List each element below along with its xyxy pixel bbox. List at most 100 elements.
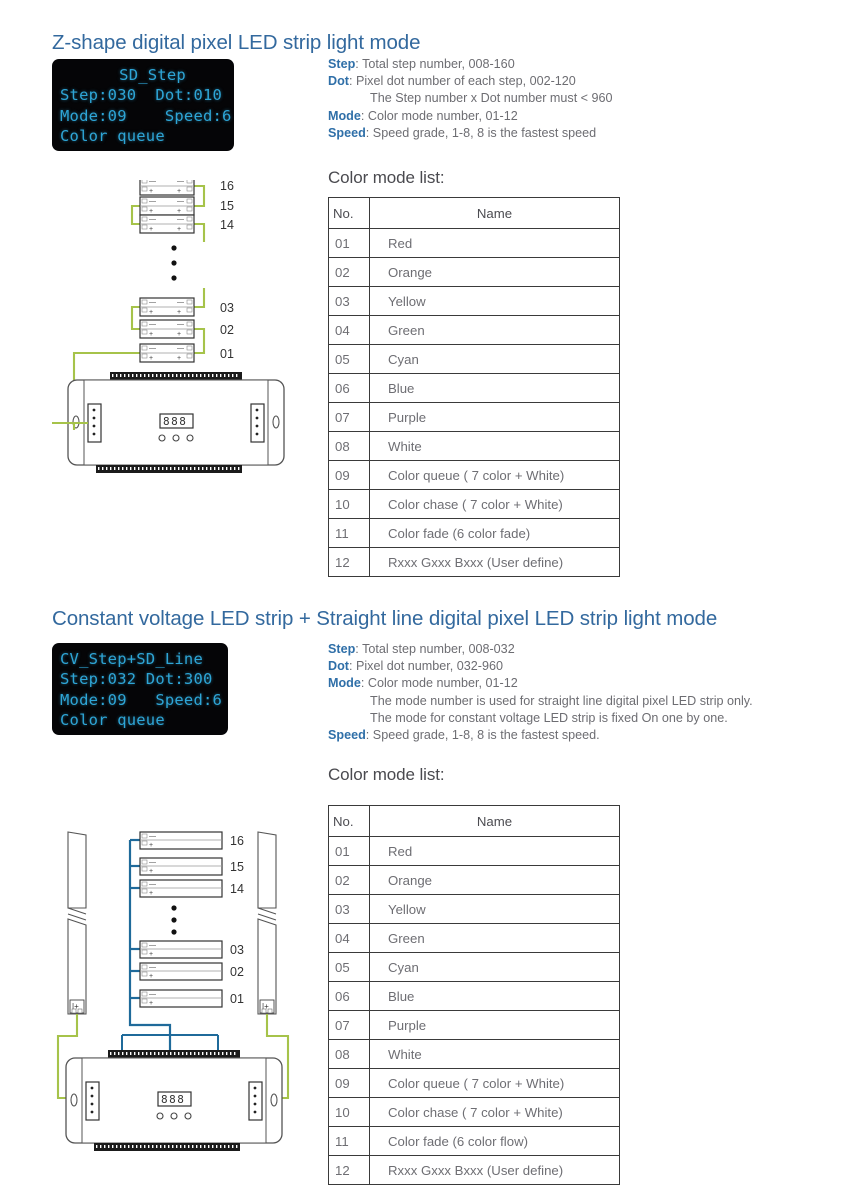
spec-value-dot-note: The Step number x Dot number must < 960: [370, 91, 613, 106]
cell-no: 09: [328, 1068, 370, 1098]
table-row: 03 Yellow: [328, 286, 620, 316]
table-row: 07 Purple: [328, 402, 620, 432]
svg-text:02: 02: [230, 965, 244, 979]
spec-key-dot: Dot: [328, 74, 349, 89]
svg-text:+: +: [149, 973, 153, 980]
spec-value-step: Total step number, 008-160: [358, 57, 515, 71]
svg-text:888: 888: [163, 415, 187, 428]
svg-text:+: +: [177, 331, 181, 338]
spec-value-speed: Speed grade, 1-8, 8 is the fastest speed…: [369, 728, 600, 743]
svg-text:15: 15: [220, 199, 234, 213]
table-row: 01 Red: [328, 836, 620, 866]
svg-text:+: +: [149, 208, 153, 215]
section-1-wiring-diagram: — + — + — + — + — + — + — + — + — + — + …: [52, 180, 302, 480]
spec-value-mode-note-2: The mode for constant voltage LED strip …: [370, 710, 728, 725]
cell-name: Blue: [369, 373, 620, 403]
cell-name: Blue: [369, 981, 620, 1011]
svg-text:14: 14: [230, 882, 244, 896]
cell-name: Color queue ( 7 color + White): [369, 460, 620, 490]
cell-no: 04: [328, 315, 370, 345]
cell-no: 12: [328, 1155, 370, 1185]
table-header-no: No.: [328, 197, 370, 229]
section-1-lcd-display: SD_Step Step:030 Dot:010 Mode:09 Speed:6…: [52, 59, 234, 151]
spec-row-mode-note-1: The mode number is used for straight lin…: [328, 693, 753, 710]
spec-key-mode: Mode: [328, 108, 361, 123]
svg-text:—: —: [177, 180, 184, 185]
cell-name: Color queue ( 7 color + White): [369, 1068, 620, 1098]
lcd-line-mode-speed: Mode:09 Speed:6: [60, 106, 232, 125]
cell-name: Orange: [369, 865, 620, 895]
svg-text:16: 16: [220, 180, 234, 193]
table-row: 05 Cyan: [328, 952, 620, 982]
table-row: 06 Blue: [328, 981, 620, 1011]
svg-text:+: +: [177, 226, 181, 233]
cell-name: Rxxx Gxxx Bxxx (User define): [369, 547, 620, 577]
cell-no: 06: [328, 373, 370, 403]
svg-text:01: 01: [230, 992, 244, 1006]
table-row: 11 Color fade (6 color flow): [328, 1126, 620, 1156]
svg-text:—: —: [177, 345, 184, 352]
spec-value-dot: Pixel dot number of each step, 002-120: [352, 74, 576, 89]
spec-row-step: Step: Total step number, 008-160: [328, 56, 613, 73]
table-row: 09 Color queue ( 7 color + White): [328, 1068, 620, 1098]
spec-key-step: Step: [328, 57, 356, 71]
lcd-line-mode-name: Color queue: [60, 711, 165, 730]
table-row: 09 Color queue ( 7 color + White): [328, 460, 620, 490]
svg-text:—: —: [149, 942, 156, 949]
svg-text:+: +: [149, 890, 153, 897]
cell-name: White: [369, 1039, 620, 1069]
cell-name: Color chase ( 7 color + White): [369, 489, 620, 519]
cell-name: Rxxx Gxxx Bxxx (User define): [369, 1155, 620, 1185]
svg-text:+: +: [149, 951, 153, 958]
cell-no: 06: [328, 981, 370, 1011]
svg-text:16: 16: [230, 834, 244, 848]
cell-no: 04: [328, 923, 370, 953]
table-row: 02 Orange: [328, 257, 620, 287]
svg-text:—: —: [177, 321, 184, 328]
table-header-row: No. Name: [328, 197, 620, 229]
cell-no: 10: [328, 489, 370, 519]
svg-text:+: +: [149, 868, 153, 875]
cell-name: Yellow: [369, 286, 620, 316]
table-row: 08 White: [328, 1039, 620, 1069]
spec-key-dot: Dot: [328, 659, 349, 674]
table-row: 12 Rxxx Gxxx Bxxx (User define): [328, 1155, 620, 1185]
cell-name: Color fade (6 color flow): [369, 1126, 620, 1156]
cell-no: 07: [328, 402, 370, 432]
section-2-lcd-display: CV_Step+SD_Line Step:032 Dot:300 Mode:09…: [52, 643, 228, 735]
svg-text:—: —: [149, 345, 156, 352]
cell-no: 11: [328, 518, 370, 548]
lcd-line-title: SD_Step: [100, 66, 186, 84]
cell-no: 03: [328, 894, 370, 924]
svg-text:+: +: [177, 188, 181, 195]
section-2-color-mode-list-label: Color mode list:: [328, 765, 445, 784]
spec-row-speed: Speed: Speed grade, 1-8, 8 is the fastes…: [328, 727, 753, 744]
spec-value-mode: Color mode number, 01-12: [364, 108, 518, 123]
svg-text:15: 15: [230, 860, 244, 874]
cell-name: Green: [369, 923, 620, 953]
svg-text:+: +: [149, 226, 153, 233]
svg-text:+: +: [177, 355, 181, 362]
section-2-spec-list: Step: Total step number, 008-032 Dot: Pi…: [328, 641, 753, 744]
table-row: 05 Cyan: [328, 344, 620, 374]
spec-row-mode-note-2: The mode for constant voltage LED strip …: [328, 710, 753, 727]
cell-name: Cyan: [369, 952, 620, 982]
svg-text:—: —: [149, 299, 156, 306]
cell-no: 08: [328, 431, 370, 461]
svg-text:03: 03: [230, 943, 244, 957]
cell-no: 09: [328, 460, 370, 490]
spec-value-step: Total step number, 008-032: [358, 642, 515, 656]
cell-name: Green: [369, 315, 620, 345]
spec-row-speed: Speed: Speed grade, 1-8, 8 is the fastes…: [328, 125, 613, 142]
section-1-color-mode-list-label: Color mode list:: [328, 168, 445, 187]
svg-text:+: +: [149, 355, 153, 362]
cell-no: 12: [328, 547, 370, 577]
lcd-line-mode-name: Color queue: [60, 127, 165, 146]
section-1-color-mode-table: No. Name 01 Red 02 Orange 03 Yellow 04 Green…: [328, 197, 620, 577]
spec-row-dot: Dot: Pixel dot number, 032-960: [328, 658, 753, 675]
lcd-line-title: CV_Step+SD_Line: [60, 650, 203, 668]
cell-name: Purple: [369, 1010, 620, 1040]
svg-text:01: 01: [220, 347, 234, 361]
svg-text:—: —: [177, 216, 184, 223]
table-row: 02 Orange: [328, 865, 620, 895]
